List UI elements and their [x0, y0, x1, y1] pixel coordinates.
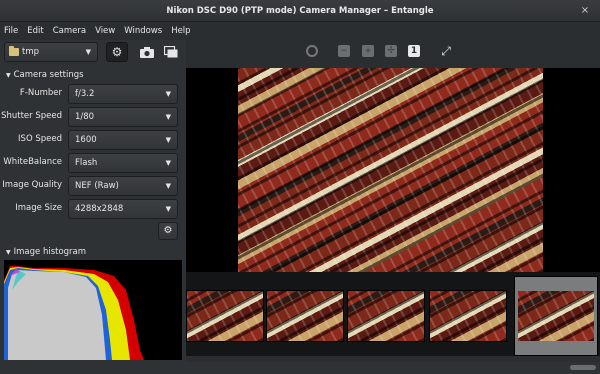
kilim-rug-photo [238, 68, 543, 272]
scrollbar-thumb[interactable] [570, 365, 596, 370]
gear-icon: ⚙ [111, 45, 123, 59]
menu-view[interactable]: View [95, 26, 115, 36]
viewer-toolbar: − + ✢ 1 ⤢ [186, 40, 600, 64]
iso-speed-select[interactable]: 1600 ▼ [68, 130, 178, 150]
image-viewer [186, 68, 600, 272]
shutter-speed-select[interactable]: 1/80 ▼ [68, 107, 178, 127]
camera-settings-button[interactable]: ⚙ [158, 222, 178, 240]
expander-icon: ▼ [6, 249, 11, 256]
menu-edit[interactable]: Edit [27, 26, 43, 36]
menu-windows[interactable]: Windows [124, 26, 162, 36]
thumbnail-image [430, 291, 506, 341]
chevron-down-icon: ▼ [85, 48, 91, 56]
preview-image [238, 68, 543, 272]
close-icon[interactable]: × [578, 4, 592, 18]
white-balance-select[interactable]: Flash ▼ [68, 153, 178, 173]
chevron-down-icon: ▼ [165, 90, 171, 98]
chevron-down-icon: ▼ [165, 159, 171, 167]
image-quality-select[interactable]: NEF (Raw) ▼ [68, 176, 178, 196]
zoom-normal-icon[interactable]: 1 [408, 45, 420, 57]
zoom-in-icon[interactable]: + [362, 45, 374, 57]
expander-icon: ▼ [6, 72, 11, 79]
histogram-header[interactable]: ▼ Image histogram [6, 247, 86, 257]
title-bar: Nikon DSC D90 (PTP mode) Camera Manager … [0, 0, 600, 22]
window-title: Nikon DSC D90 (PTP mode) Camera Manager … [166, 5, 434, 16]
thumbnail-image [518, 291, 594, 341]
image-size-select[interactable]: 4288x2848 ▼ [68, 199, 178, 219]
folder-icon [9, 46, 19, 56]
menu-bar: File Edit Camera View Windows Help [0, 22, 191, 40]
setting-row-whitebalance: WhiteBalance Flash ▼ [0, 153, 186, 173]
camera-icon [140, 47, 154, 58]
left-panel: tmp ▼ ⚙ ▼ Camera settings F-Number f/3.2 ▼… [0, 40, 186, 374]
setting-label: F-Number [19, 88, 62, 98]
thumbnail-item-selected[interactable] [514, 276, 598, 356]
image-histogram [4, 260, 182, 360]
chevron-down-icon: ▼ [165, 113, 171, 121]
histogram-luminance [8, 270, 106, 360]
record-icon[interactable] [306, 45, 318, 57]
thumbnail-image [187, 291, 263, 341]
histogram-graph [4, 266, 144, 360]
thumbnail-scrollbar[interactable] [186, 362, 600, 374]
fullscreen-icon[interactable]: ⤢ [440, 44, 452, 58]
folder-name: tmp [22, 47, 40, 57]
zoom-out-icon[interactable]: − [338, 45, 350, 57]
zoom-fit-icon[interactable]: ✢ [385, 45, 397, 57]
setting-row-fnumber: F-Number f/3.2 ▼ [0, 84, 186, 104]
setting-row-size: Image Size 4288x2848 ▼ [0, 199, 186, 219]
thumbnail-item[interactable] [186, 290, 264, 342]
gear-icon: ⚙ [163, 225, 173, 236]
chevron-down-icon: ▼ [165, 182, 171, 190]
setting-row-iso: ISO Speed 1600 ▼ [0, 130, 186, 150]
chevron-down-icon: ▼ [165, 205, 171, 213]
menu-camera[interactable]: Camera [53, 26, 86, 36]
preview-icon [164, 46, 178, 58]
setting-label: Shutter Speed [1, 111, 62, 121]
thumbnail-strip [186, 272, 600, 356]
setting-row-quality: Image Quality NEF (Raw) ▼ [0, 176, 186, 196]
fnumber-select[interactable]: f/3.2 ▼ [68, 84, 178, 104]
thumbnail-image [267, 291, 343, 341]
preview-button[interactable] [160, 42, 182, 62]
camera-settings-header[interactable]: ▼ Camera settings [6, 70, 84, 80]
thumbnail-image [348, 291, 424, 341]
folder-chooser[interactable]: tmp ▼ [4, 42, 98, 62]
setting-label: WhiteBalance [3, 157, 62, 167]
menu-help[interactable]: Help [171, 26, 190, 36]
capture-button[interactable] [136, 42, 158, 62]
thumbnail-item[interactable] [347, 290, 425, 342]
setting-row-shutter: Shutter Speed 1/80 ▼ [0, 107, 186, 127]
chevron-down-icon: ▼ [165, 136, 171, 144]
setting-label: ISO Speed [18, 134, 62, 144]
menu-file[interactable]: File [4, 26, 18, 36]
camera-settings-toggle-button[interactable]: ⚙ [106, 42, 128, 62]
thumbnail-item[interactable] [266, 290, 344, 342]
setting-label: Image Quality [2, 180, 62, 190]
thumbnail-item[interactable] [429, 290, 507, 342]
setting-label: Image Size [15, 203, 62, 213]
